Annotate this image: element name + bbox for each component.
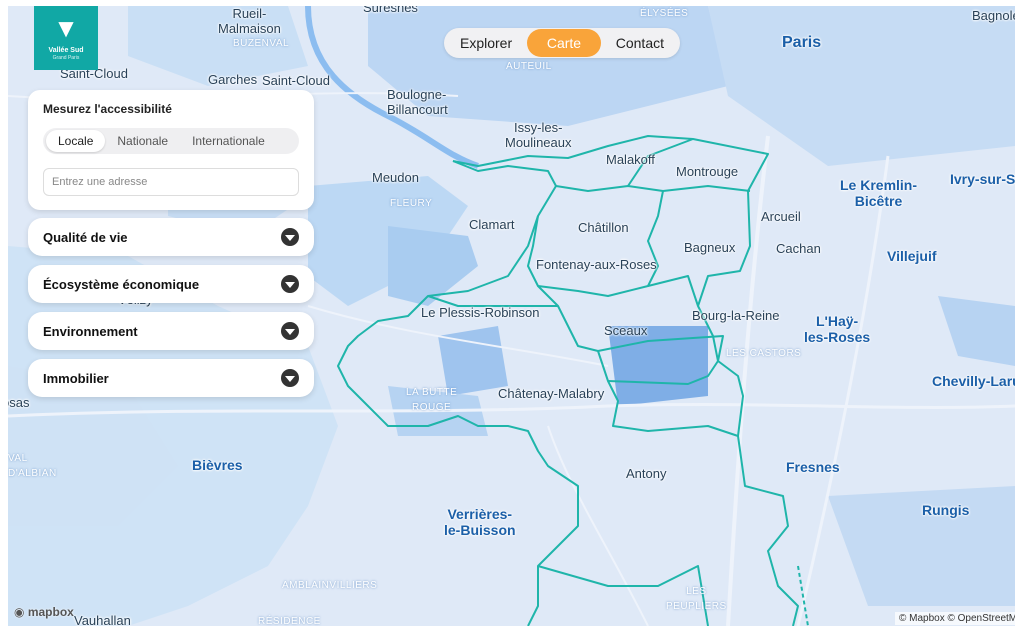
section-qualite-de-vie[interactable]: Qualité de vie (28, 218, 314, 256)
scope-option-internationale[interactable]: Internationale (180, 130, 277, 152)
map-label-rueil-malmaison: Rueil- Malmaison (218, 6, 281, 36)
map-label-kremlin-bicetre: Le Kremlin- Bicêtre (840, 177, 918, 209)
map-label-les-peupliers: LES PEUPLIERS (666, 586, 727, 612)
map-label-rungis: Rungis (922, 502, 970, 518)
map-label-villejuif: Villejuif (887, 248, 937, 264)
map-label-boulogne: Boulogne- Billancourt (387, 87, 448, 117)
map-label-elysees: ÉLYSÉES (640, 8, 689, 19)
map-label-antony: Antony (626, 466, 667, 481)
tab-explorer[interactable]: Explorer (450, 29, 522, 57)
map-label-bievres: Bièvres (192, 457, 243, 473)
vallee-sud-logo[interactable]: ▼ Vallée Sud Grand Paris (34, 6, 98, 70)
scope-selector: Locale Nationale Internationale (43, 128, 299, 154)
accessibility-title: Mesurez l'accessibilité (43, 102, 172, 116)
chevron-down-icon[interactable] (281, 322, 299, 340)
map-label-verrieres: Verrières- le-Buisson (444, 506, 516, 538)
map-label-la-butte-rouge: LA BUTTE ROUGE (406, 387, 458, 413)
mapbox-logo-text: mapbox (27, 605, 74, 619)
map-label-chevilly: Chevilly-Laru (932, 373, 1015, 389)
section-immobilier[interactable]: Immobilier (28, 359, 314, 397)
map-label-fresnes: Fresnes (786, 459, 840, 475)
map-label-sceaux: Sceaux (604, 323, 648, 338)
map-label-rosas: osas (8, 395, 30, 410)
tab-carte[interactable]: Carte (526, 29, 602, 57)
map-attribution[interactable]: © Mapbox © OpenStreetMap (895, 612, 1015, 625)
chevron-down-icon[interactable] (281, 275, 299, 293)
section-label: Qualité de vie (43, 229, 128, 245)
map-label-arcueil: Arcueil (761, 209, 801, 224)
map-label-fontenay: Fontenay-aux-Roses (536, 257, 657, 272)
map-label-auteuil: AUTEUIL (506, 61, 552, 72)
logo-tagline: Grand Paris (52, 55, 80, 61)
map-label-ivry: Ivry-sur-Se (950, 171, 1015, 187)
map-label-bagnolet: Bagnole (972, 8, 1015, 23)
section-label: Environnement (43, 323, 138, 339)
map-label-chatenay: Châtenay-Malabry (498, 386, 605, 401)
chevron-down-icon[interactable] (281, 228, 299, 246)
map-label-montrouge: Montrouge (676, 164, 739, 179)
section-label: Écosystème économique (43, 276, 200, 292)
map-label-chatillon: Châtillon (578, 220, 629, 235)
accessibility-panel: Mesurez l'accessibilité Locale Nationale… (28, 90, 314, 210)
chevron-down-icon[interactable] (281, 369, 299, 387)
section-label: Immobilier (43, 370, 109, 386)
map-label-cachan: Cachan (776, 241, 821, 256)
mapbox-logo-icon: ◉ (14, 605, 25, 619)
top-navigation: Explorer Carte Contact (444, 28, 680, 58)
map-label-plessis: Le Plessis-Robinson (421, 305, 540, 320)
map-label-malakoff: Malakoff (606, 152, 655, 167)
map-label-bourg-la-reine: Bourg-la-Reine (692, 308, 780, 323)
map-label-garches: Garches (208, 72, 258, 87)
map-label-lhay: L'Haÿ- les-Roses (804, 313, 871, 345)
map-label-val-albian: VAL D'ALBIAN (8, 453, 57, 479)
map-label-paris: Paris (782, 34, 822, 51)
map-label-les-castors: LES CASTORS (726, 348, 802, 359)
map-label-bagneux: Bagneux (684, 240, 736, 255)
scope-option-nationale[interactable]: Nationale (105, 130, 180, 152)
map-label-buzenval: BUZENVAL (233, 38, 290, 49)
section-ecosysteme-economique[interactable]: Écosystème économique (28, 265, 314, 303)
section-environnement[interactable]: Environnement (28, 312, 314, 350)
logo-name: Vallée Sud (48, 47, 84, 54)
map-label-clamart: Clamart (469, 217, 515, 232)
map-label-issy: Issy-les- Moulineaux (505, 120, 572, 150)
logo-mark-icon: ▼ (53, 13, 79, 43)
map-label-suresnes: Suresnes (363, 6, 418, 15)
address-input[interactable] (43, 168, 299, 196)
scope-option-locale[interactable]: Locale (46, 130, 106, 152)
mapbox-logo[interactable]: ◉ mapbox (14, 605, 74, 619)
tab-contact[interactable]: Contact (606, 29, 674, 57)
map-label-meudon: Meudon (372, 170, 419, 185)
map-label-saint-cloud-b: Saint-Cloud (262, 73, 330, 88)
map-label-residence: RÉSIDENCE (258, 616, 321, 626)
map-label-amblainvilliers: AMBLAINVILLIERS (282, 580, 378, 591)
map-label-fleury: FLEURY (390, 198, 433, 209)
map-label-vauhallan: Vauhallan (74, 613, 131, 626)
